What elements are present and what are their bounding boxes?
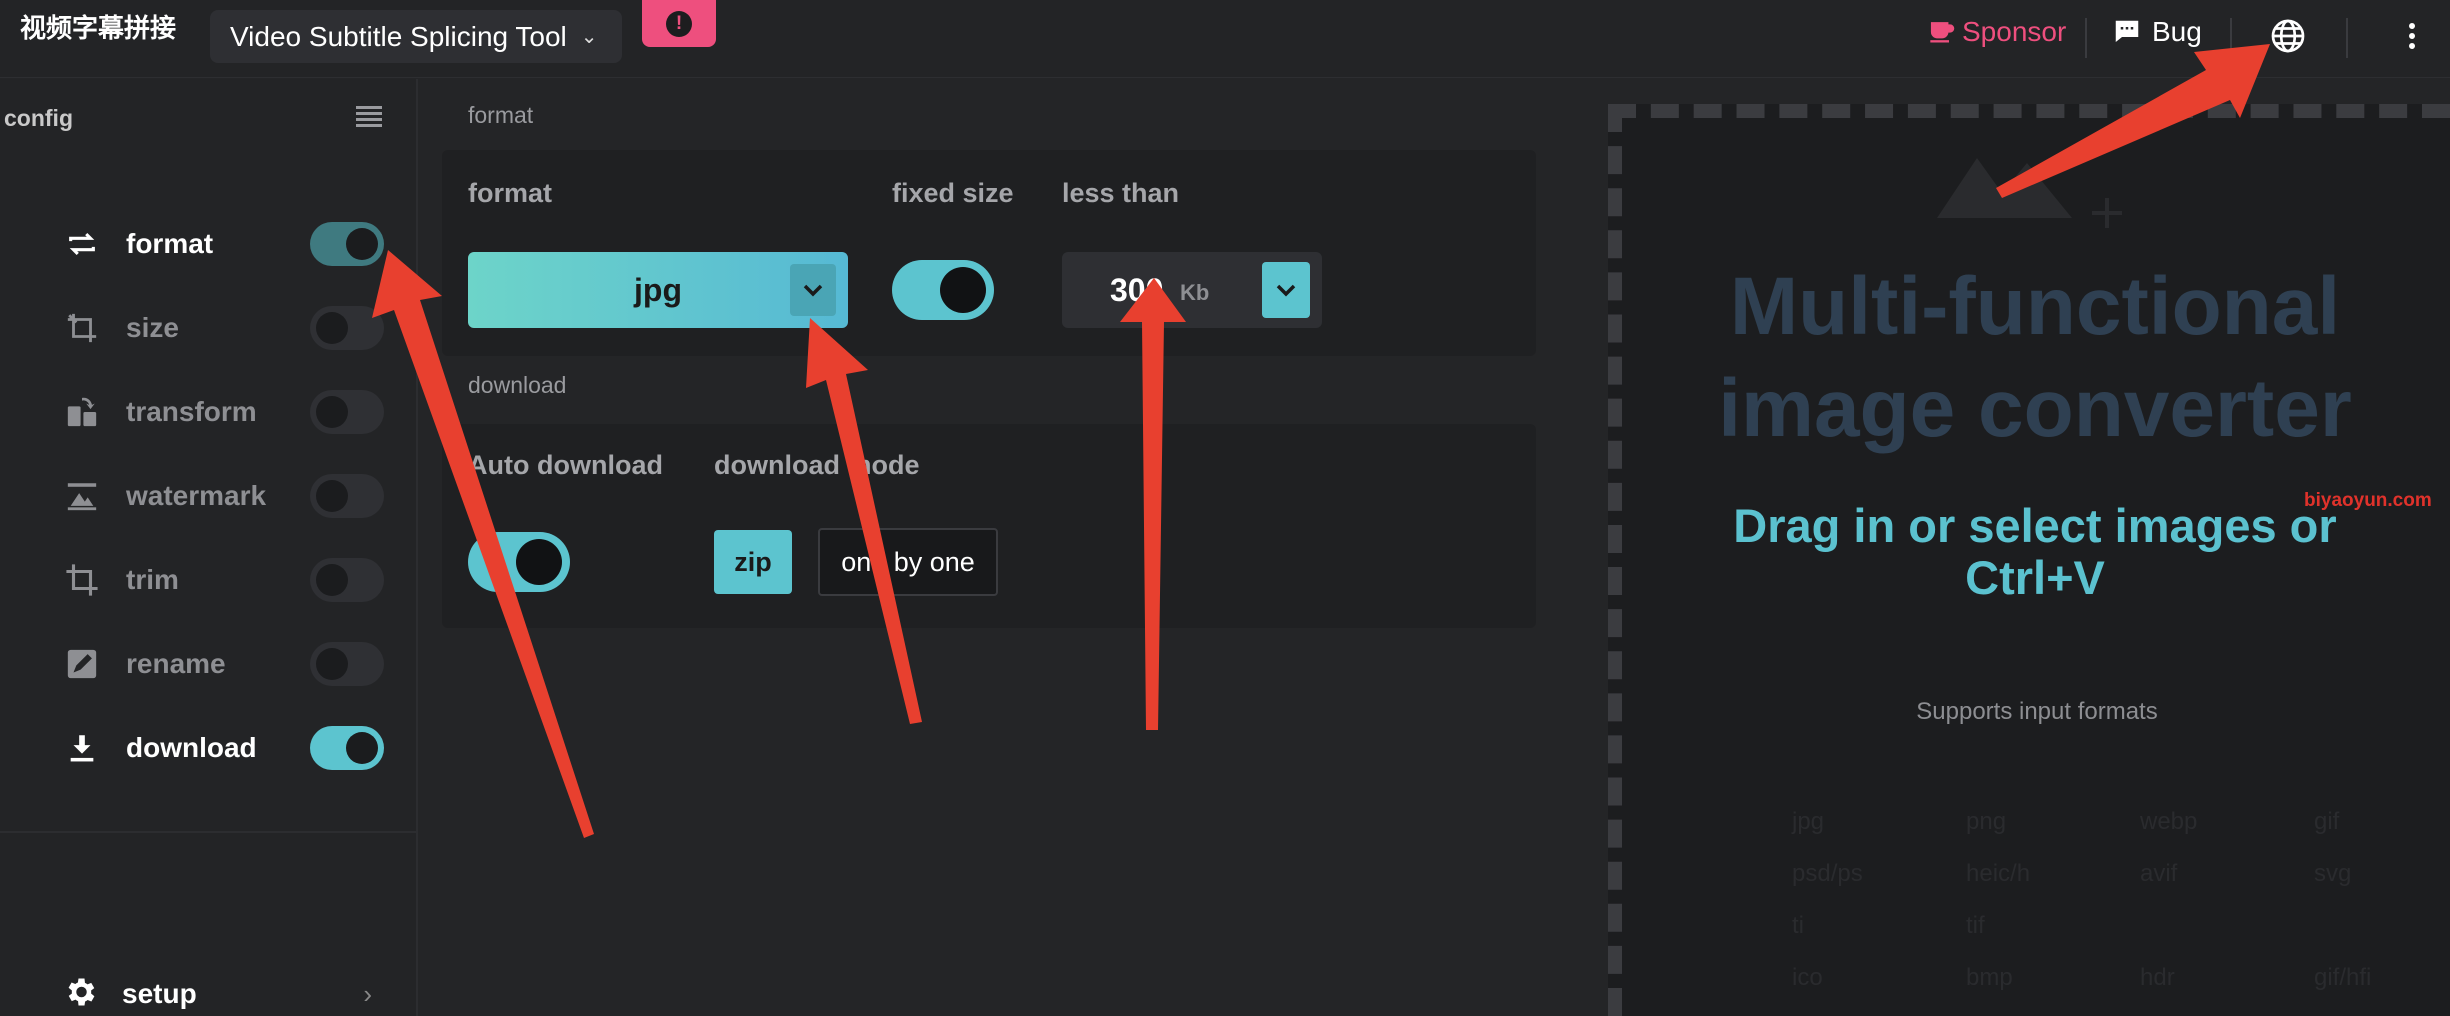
chevron-down-icon: ⌄ — [580, 26, 598, 48]
size-value: 300 — [1110, 272, 1164, 308]
format-item: ti — [1792, 912, 1804, 939]
download-section-title: download — [468, 372, 567, 398]
sidebar-item-label: size — [126, 312, 179, 343]
sidebar-item-label: watermark — [126, 480, 267, 511]
rotate-icon — [62, 392, 102, 432]
bug-label: Bug — [2152, 16, 2202, 47]
headline-line-2: image converter — [1718, 363, 2352, 454]
format-item: tif — [1966, 912, 1985, 939]
top-bar: 视频字幕拼接 Video Subtitle Splicing Tool ⌄ ! … — [0, 0, 2450, 78]
tool-select-label: Video Subtitle Splicing Tool — [230, 20, 567, 52]
format-item: jpg — [1792, 808, 1825, 835]
repeat-icon — [62, 224, 102, 264]
chat-bubble-icon — [2115, 20, 2139, 42]
fixed-size-toggle[interactable] — [892, 260, 994, 320]
watermark-icon — [62, 476, 102, 516]
format-item: svg — [2314, 860, 2352, 887]
alert-button[interactable]: ! — [642, 0, 716, 47]
sidebar-item-setup[interactable]: setup › — [62, 969, 372, 1016]
sidebar-item-trim[interactable]: trim — [62, 555, 392, 605]
one-by-one-mode-button[interactable]: one by one — [818, 528, 998, 596]
sidebar-item-label: format — [126, 228, 214, 259]
crop-icon — [62, 560, 102, 600]
download-icon — [62, 728, 102, 768]
gear-icon — [62, 974, 98, 1015]
sidebar: config format size transform watermark t… — [0, 79, 418, 1016]
coffee-cup-icon — [1930, 22, 1955, 43]
headline-line-1: Multi-functional — [1729, 261, 2341, 352]
sidebar-item-size[interactable]: size — [62, 303, 392, 353]
site-watermark: biyaoyun.com — [2304, 490, 2432, 511]
sidebar-item-label: trim — [126, 564, 179, 595]
transform-toggle[interactable] — [310, 390, 384, 434]
exclamation-icon: ! — [666, 10, 692, 37]
size-toggle[interactable] — [310, 306, 384, 350]
fixed-size-label: fixed size — [892, 178, 1014, 208]
globe-icon[interactable] — [2270, 18, 2306, 54]
image-upload-icon — [1937, 158, 2122, 228]
header-divider — [2085, 18, 2087, 58]
format-item: webp — [2140, 808, 2198, 835]
tool-select-dropdown[interactable]: Video Subtitle Splicing Tool ⌄ — [210, 10, 622, 63]
dropzone-headline: Multi-functional image converter — [1620, 256, 2450, 460]
auto-download-toggle[interactable] — [468, 532, 570, 592]
format-label: format — [468, 178, 553, 208]
sidebar-item-label: rename — [126, 648, 226, 679]
sidebar-title: config — [4, 105, 73, 131]
app-title: 视频字幕拼接 — [20, 13, 177, 43]
sidebar-item-download[interactable]: download — [62, 723, 392, 773]
sidebar-divider — [0, 831, 416, 833]
format-item: gif — [2314, 808, 2340, 835]
more-vertical-icon[interactable] — [2400, 16, 2424, 56]
crop-resize-icon — [62, 308, 102, 348]
sponsor-link[interactable]: Sponsor — [1928, 16, 2066, 48]
trim-toggle[interactable] — [310, 558, 384, 602]
format-item: psd/ps — [1792, 860, 1863, 887]
sidebar-item-label: transform — [126, 396, 257, 427]
watermark-toggle[interactable] — [310, 474, 384, 518]
header-divider — [2230, 18, 2232, 58]
setup-label: setup — [122, 978, 197, 1009]
bug-report-link[interactable]: Bug — [2112, 16, 2202, 48]
sponsor-label: Sponsor — [1962, 16, 2067, 47]
format-item: bmp — [1966, 964, 2013, 991]
edit-image-icon — [62, 644, 102, 684]
sidebar-item-watermark[interactable]: watermark — [62, 471, 392, 521]
sidebar-item-rename[interactable]: rename — [62, 639, 392, 689]
chevron-down-icon[interactable] — [1262, 262, 1310, 318]
format-toggle[interactable] — [310, 222, 384, 266]
sidebar-item-label: download — [126, 732, 257, 763]
rename-toggle[interactable] — [310, 642, 384, 686]
format-section-title: format — [468, 102, 534, 128]
auto-download-label: Auto download — [468, 450, 663, 480]
chevron-right-icon: › — [363, 978, 372, 1009]
format-item: hdr — [2140, 964, 2175, 991]
sidebar-item-format[interactable]: format — [62, 219, 392, 269]
format-item: png — [1966, 808, 2007, 835]
chevron-down-icon — [790, 264, 836, 316]
less-than-label: less than — [1062, 178, 1180, 208]
zip-mode-button[interactable]: zip — [714, 530, 792, 594]
format-item: avif — [2140, 860, 2178, 887]
header-divider — [2346, 18, 2348, 58]
download-mode-label: download mode — [714, 450, 920, 480]
download-toggle[interactable] — [310, 726, 384, 770]
format-value: jpg — [634, 271, 682, 308]
sidebar-item-transform[interactable]: transform — [62, 387, 392, 437]
supported-formats-title: Supports input formats — [1916, 698, 2158, 725]
size-limit-input[interactable]: 300 Kb — [1062, 252, 1322, 328]
dropzone-instruction: Drag in or select images or Ctrl+V — [1733, 499, 2337, 604]
format-item: ico — [1792, 964, 1823, 991]
format-select[interactable]: jpg — [468, 252, 848, 328]
format-item: gif/hfi — [2314, 964, 2372, 991]
list-menu-icon[interactable] — [356, 105, 384, 127]
size-unit: Kb — [1180, 280, 1210, 305]
format-item: heic/h — [1966, 860, 2031, 887]
